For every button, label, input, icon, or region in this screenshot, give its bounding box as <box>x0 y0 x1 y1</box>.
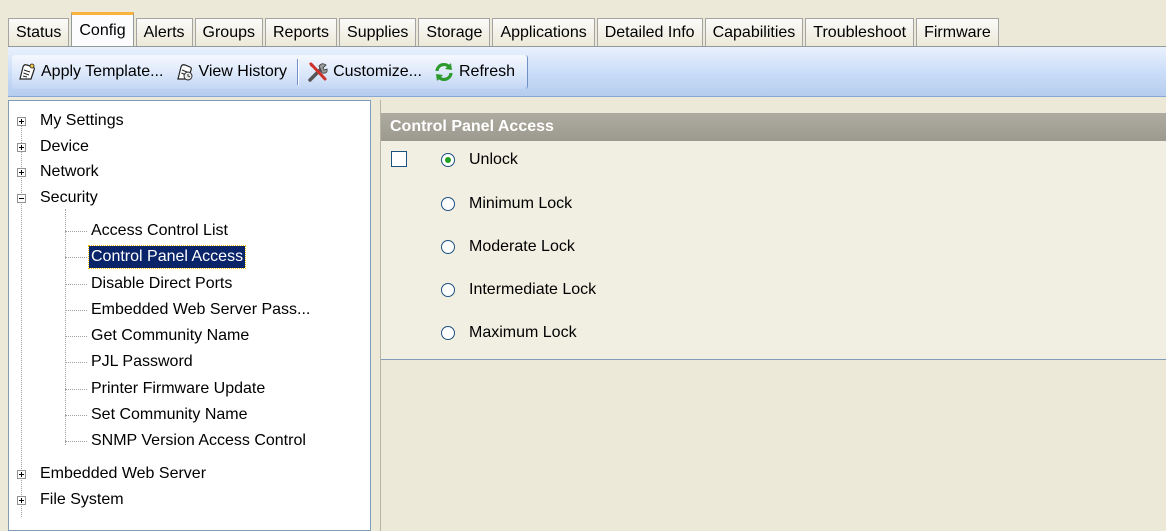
tree-item-label: Set Community Name <box>91 406 248 423</box>
tree-item-label: SNMP Version Access Control <box>91 432 306 449</box>
option-moderate-lock[interactable]: Moderate Lock <box>441 236 575 258</box>
tree-item-label: File System <box>40 491 124 508</box>
panel-title: Control Panel Access <box>381 113 1166 141</box>
tree-item-embedded-web-server-password[interactable]: Embedded Web Server Pass... <box>9 299 349 321</box>
radio-icon[interactable] <box>441 240 455 254</box>
tree-item-get-community-name[interactable]: Get Community Name <box>9 325 349 347</box>
option-intermediate-lock[interactable]: Intermediate Lock <box>441 279 596 301</box>
tree-item-printer-firmware-update[interactable]: Printer Firmware Update <box>9 378 349 400</box>
tree-item-label: Control Panel Access <box>87 245 247 269</box>
expand-plus-icon[interactable] <box>17 117 26 126</box>
settings-tree[interactable]: My Settings Device Network Security Acce… <box>8 100 371 531</box>
apply-template-button[interactable]: Apply Template... <box>12 57 169 87</box>
tree-item-label: My Settings <box>40 112 124 129</box>
tab-troubleshoot[interactable]: Troubleshoot <box>805 18 915 46</box>
refresh-label: Refresh <box>458 63 516 80</box>
option-label: Maximum Lock <box>469 324 577 341</box>
tab-status[interactable]: Status <box>8 18 70 46</box>
tree-item-my-settings[interactable]: My Settings <box>9 110 349 132</box>
tab-supplies[interactable]: Supplies <box>339 18 417 46</box>
tree-item-security[interactable]: Security <box>9 187 349 209</box>
option-unlock[interactable]: Unlock <box>441 149 518 171</box>
tree-item-label: Device <box>40 138 89 155</box>
application-window: Status Config Alerts Groups Reports Supp… <box>0 0 1166 531</box>
tree-item-label: PJL Password <box>91 353 193 370</box>
radio-icon[interactable] <box>441 197 455 211</box>
tree-item-label: Access Control List <box>91 222 228 239</box>
settings-panel: Control Panel Access Unlock Minimum Lock… <box>380 100 1166 531</box>
tree-item-label: Security <box>40 189 98 206</box>
view-history-button[interactable]: View History <box>169 57 293 87</box>
option-label: Intermediate Lock <box>469 281 597 298</box>
tools-icon <box>308 62 328 82</box>
option-minimum-lock[interactable]: Minimum Lock <box>441 193 572 215</box>
option-label: Minimum Lock <box>469 195 573 212</box>
tab-firmware[interactable]: Firmware <box>916 18 999 46</box>
tab-groups[interactable]: Groups <box>194 18 263 46</box>
apply-template-label: Apply Template... <box>41 63 164 80</box>
tree-item-access-control-list[interactable]: Access Control List <box>9 220 349 242</box>
tree-item-embedded-web-server[interactable]: Embedded Web Server <box>9 463 349 485</box>
tree-item-label: Embedded Web Server Pass... <box>91 301 311 318</box>
tree-item-pjl-password[interactable]: PJL Password <box>9 351 349 373</box>
refresh-button[interactable]: Refresh <box>428 57 521 87</box>
tree-item-label: Disable Direct Ports <box>91 275 233 292</box>
toolbar-button-group: Apply Template... View History Customize… <box>12 55 529 89</box>
expand-plus-icon[interactable] <box>17 143 26 152</box>
lock-options-area: Unlock Minimum Lock Moderate Lock Interm… <box>381 141 1166 360</box>
refresh-icon <box>435 62 453 82</box>
tab-capabilities[interactable]: Capabilities <box>704 18 804 46</box>
tree-item-file-system[interactable]: File System <box>9 489 349 511</box>
expand-plus-icon[interactable] <box>17 168 26 177</box>
collapse-minus-icon[interactable] <box>17 194 26 203</box>
view-history-label: View History <box>198 63 288 80</box>
tab-reports[interactable]: Reports <box>264 18 338 46</box>
tab-applications[interactable]: Applications <box>492 18 595 46</box>
tab-config[interactable]: Config <box>71 12 134 46</box>
expand-plus-icon[interactable] <box>17 496 26 505</box>
tab-detailed-info[interactable]: Detailed Info <box>596 18 703 46</box>
radio-selected-icon[interactable] <box>441 153 455 167</box>
expand-plus-icon[interactable] <box>17 470 26 479</box>
tree-item-label: Printer Firmware Update <box>91 380 266 397</box>
tab-storage[interactable]: Storage <box>418 18 491 46</box>
tree-item-network[interactable]: Network <box>9 161 349 183</box>
history-icon <box>177 64 193 81</box>
enable-setting-checkbox[interactable] <box>391 151 407 167</box>
tree-item-label: Embedded Web Server <box>40 465 207 482</box>
tree-item-device[interactable]: Device <box>9 136 349 158</box>
tree-item-label: Get Community Name <box>91 327 250 344</box>
option-label: Moderate Lock <box>469 238 575 255</box>
customize-label: Customize... <box>333 63 422 80</box>
radio-icon[interactable] <box>441 283 455 297</box>
tab-strip: Status Config Alerts Groups Reports Supp… <box>8 12 1001 46</box>
toolbar: Apply Template... View History Customize… <box>8 46 1166 97</box>
toolbar-separator <box>297 59 299 85</box>
tab-alerts[interactable]: Alerts <box>135 18 193 46</box>
option-maximum-lock[interactable]: Maximum Lock <box>441 322 577 344</box>
tree-item-snmp-version-access-control[interactable]: SNMP Version Access Control <box>9 430 349 452</box>
tree-item-set-community-name[interactable]: Set Community Name <box>9 404 349 426</box>
tree-item-control-panel-access[interactable]: Control Panel Access <box>9 245 349 269</box>
radio-icon[interactable] <box>441 326 455 340</box>
tree-item-disable-direct-ports[interactable]: Disable Direct Ports <box>9 273 349 295</box>
template-icon <box>19 63 35 80</box>
customize-button[interactable]: Customize... <box>302 57 428 87</box>
option-label: Unlock <box>469 151 518 168</box>
tree-item-label: Network <box>40 163 99 180</box>
